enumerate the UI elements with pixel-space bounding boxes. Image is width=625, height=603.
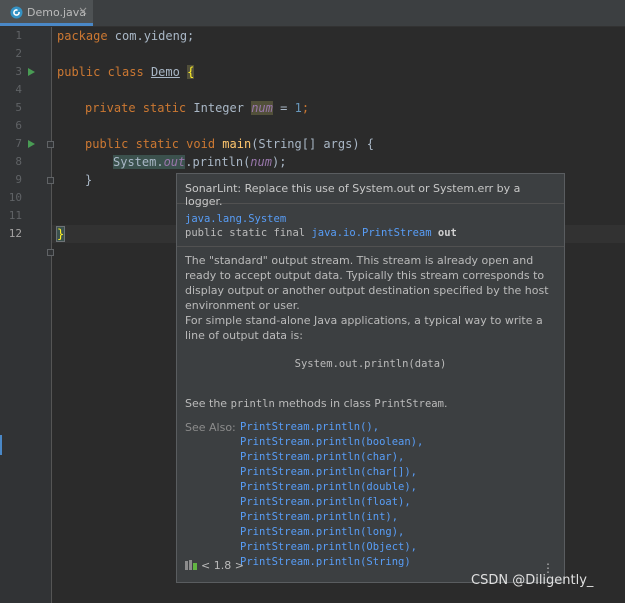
see-also-link[interactable]: PrintStream.println(char), bbox=[240, 450, 556, 465]
see-also-label: See Also: bbox=[185, 421, 236, 434]
see-also-link[interactable]: PrintStream.println(char[]), bbox=[240, 465, 556, 480]
close-tab-icon[interactable]: × bbox=[78, 4, 88, 18]
see-also-section: See Also: PrintStream.println(), PrintSt… bbox=[185, 420, 556, 570]
field-name: num bbox=[251, 101, 273, 115]
text-fragment: . bbox=[443, 397, 448, 410]
see-also-link[interactable]: PrintStream.println(boolean), bbox=[240, 435, 556, 450]
line-number: 3 bbox=[15, 65, 22, 78]
code-line-5: private static Integer num = 1; bbox=[85, 99, 309, 117]
doc-signature: java.lang.System public static final jav… bbox=[177, 204, 564, 247]
jdk-version-label: < 1.8 > bbox=[201, 559, 244, 572]
run-main-icon[interactable] bbox=[28, 140, 35, 148]
method-name: main bbox=[222, 137, 252, 151]
see-also-link[interactable]: PrintStream.println(Object), bbox=[240, 540, 556, 555]
keyword: public class bbox=[57, 65, 144, 79]
line-number: 8 bbox=[15, 155, 22, 168]
editor-tab-bar: Demo.java × bbox=[0, 0, 625, 27]
keyword: package bbox=[57, 29, 108, 43]
tab-demo-java[interactable]: Demo.java × bbox=[0, 0, 93, 26]
line-number: 5 bbox=[15, 101, 22, 114]
see-also-link[interactable]: PrintStream.println(int), bbox=[240, 510, 556, 525]
code-line-7: public static void main(String[] args) { bbox=[85, 135, 374, 153]
keyword: private static bbox=[85, 101, 187, 115]
keyword: public static void bbox=[85, 137, 216, 151]
code-line-8: System.out.println(num); bbox=[113, 153, 286, 171]
see-also-link[interactable]: PrintStream.println(String) bbox=[240, 555, 556, 570]
line-number: 10 bbox=[8, 191, 22, 204]
method-ref: println bbox=[230, 398, 275, 410]
text-fragment: methods in class bbox=[274, 397, 375, 410]
system-ref: System. bbox=[113, 155, 164, 169]
see-also-link[interactable]: PrintStream.println(), bbox=[240, 420, 556, 435]
see-also-list: PrintStream.println(), PrintStream.print… bbox=[240, 420, 556, 570]
code-line-12: } bbox=[55, 225, 66, 243]
line-number: 4 bbox=[15, 83, 22, 96]
number-literal: 1 bbox=[294, 101, 302, 115]
call-end: ); bbox=[271, 155, 287, 169]
doc-paragraph: For simple stand-alone Java applications… bbox=[185, 314, 543, 342]
java-class-icon bbox=[10, 6, 23, 19]
sonarlint-warning: SonarLint: Replace this use of System.ou… bbox=[177, 174, 564, 208]
closing-brace-at-cursor: } bbox=[55, 226, 66, 242]
line-number: 1 bbox=[15, 29, 22, 42]
see-println-text: See the println methods in class PrintSt… bbox=[185, 396, 556, 412]
open-brace: { bbox=[187, 65, 195, 79]
code-line-9: } bbox=[85, 171, 92, 189]
text-fragment: See the bbox=[185, 397, 231, 410]
signature-modifiers: public static final bbox=[185, 227, 312, 239]
type-link[interactable]: java.io.PrintStream bbox=[311, 227, 431, 239]
line-number: 11 bbox=[8, 209, 22, 222]
class-name: Demo bbox=[150, 65, 180, 79]
code-line-3: public class Demo { bbox=[57, 63, 195, 81]
library-icon bbox=[185, 560, 197, 570]
doc-code-example: System.out.println(data) bbox=[294, 358, 447, 370]
method-params: (String[] args) { bbox=[251, 137, 375, 151]
println-call: .println( bbox=[185, 155, 251, 169]
assign-op: = bbox=[272, 101, 295, 115]
line-number: 2 bbox=[15, 47, 22, 60]
class-ref: PrintStream bbox=[374, 398, 444, 410]
doc-paragraph: The "standard" output stream. This strea… bbox=[185, 254, 549, 312]
watermark: CSDN @Diligently_ bbox=[471, 573, 594, 588]
line-number: 6 bbox=[15, 119, 22, 132]
run-class-icon[interactable] bbox=[28, 68, 35, 76]
line-number-current: 12 bbox=[8, 227, 22, 240]
line-number: 9 bbox=[15, 173, 22, 186]
see-also-link[interactable]: PrintStream.println(long), bbox=[240, 525, 556, 540]
quick-documentation-popup[interactable]: SonarLint: Replace this use of System.ou… bbox=[176, 173, 565, 583]
argument: num bbox=[250, 155, 272, 169]
package-name: com.yideng; bbox=[107, 29, 195, 43]
doc-body: The "standard" output stream. This strea… bbox=[177, 247, 564, 570]
semicolon: ; bbox=[301, 101, 310, 115]
doc-footer: < 1.8 > bbox=[185, 559, 244, 572]
code-line-1: package com.yideng; bbox=[57, 27, 194, 45]
see-also-link[interactable]: PrintStream.println(float), bbox=[240, 495, 556, 510]
line-number: 7 bbox=[15, 137, 22, 150]
field-signature: public static final java.io.PrintStream … bbox=[185, 226, 556, 240]
class-link[interactable]: java.lang.System bbox=[185, 212, 556, 226]
type-name: Integer bbox=[193, 101, 244, 115]
editor-gutter: 1 2 3 4 5 6 7 8 9 10 11 12 bbox=[0, 27, 54, 603]
left-edge-marker bbox=[0, 435, 2, 455]
close-brace: } bbox=[85, 173, 93, 187]
field-name: out bbox=[437, 227, 457, 239]
out-field: out bbox=[163, 155, 186, 169]
see-also-link[interactable]: PrintStream.println(double), bbox=[240, 480, 556, 495]
